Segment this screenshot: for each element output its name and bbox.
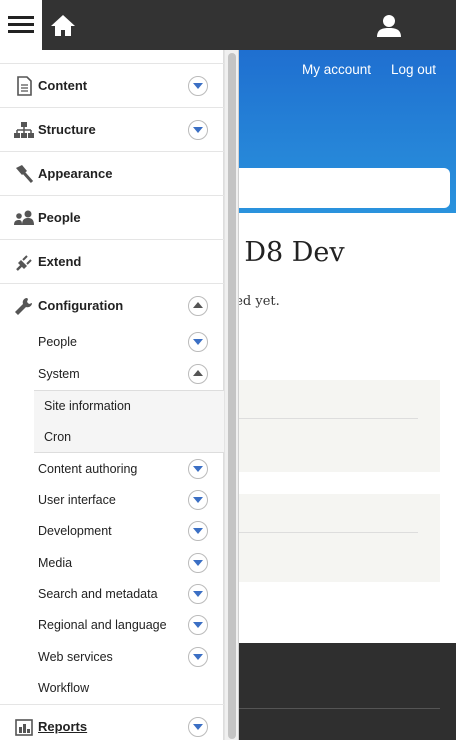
submenu-item-development[interactable]: Development [0, 516, 224, 547]
submenu-item-label: Cron [44, 430, 72, 444]
submenu-item-label: Site information [44, 399, 131, 413]
expand-toggle-button[interactable] [188, 332, 208, 352]
content-block [236, 380, 440, 472]
user-icon [377, 15, 401, 37]
expand-toggle-button[interactable] [188, 647, 208, 667]
submenu-item-system[interactable]: System [0, 359, 224, 390]
content-block [236, 494, 440, 582]
user-account-button[interactable] [374, 12, 404, 40]
site-footer [224, 643, 456, 740]
submenu-item-user-interface[interactable]: User interface [0, 485, 224, 516]
menu-item-structure[interactable]: Structure [0, 107, 224, 151]
submenu-item-label: User interface [38, 493, 116, 507]
submenu-item-content-authoring[interactable]: Content authoring [0, 454, 224, 485]
submenu-item-search-and-metadata[interactable]: Search and metadata [0, 579, 224, 610]
expand-toggle-button[interactable] [188, 717, 208, 737]
menu-item-label: Structure [38, 122, 96, 137]
submenu-item-label: Workflow [38, 681, 90, 695]
menu-item-appearance[interactable]: Appearance [0, 151, 224, 195]
submenu-item-label: Content authoring [38, 462, 138, 476]
submenu-item-label: System [38, 367, 80, 381]
menu-item-people[interactable]: People [0, 195, 224, 239]
submenu-item-label: Regional and language [38, 618, 167, 632]
people-icon [14, 210, 34, 225]
submenu-item-cron[interactable]: Cron [34, 422, 224, 453]
expand-toggle-button[interactable] [188, 615, 208, 635]
expand-toggle-button[interactable] [188, 76, 208, 96]
menu-item-label: Reports [38, 719, 88, 734]
menu-item-configuration[interactable]: Configuration [0, 283, 224, 328]
wrench-icon [15, 298, 32, 315]
plug-icon [16, 255, 32, 271]
collapse-toggle-button[interactable] [188, 364, 208, 384]
tray-scrollbar[interactable] [224, 50, 239, 740]
expand-toggle-button[interactable] [188, 521, 208, 541]
search-bar[interactable] [224, 168, 450, 208]
menu-item-label: People [38, 210, 81, 225]
admin-toolbar [0, 0, 456, 50]
menu-item-label: Content [38, 78, 88, 93]
menu-item-content[interactable]: Content [0, 63, 224, 107]
home-button[interactable] [48, 12, 78, 40]
expand-toggle-button[interactable] [188, 120, 208, 140]
menu-item-label: Configuration [38, 298, 124, 313]
home-icon [51, 15, 75, 36]
expand-toggle-button[interactable] [188, 490, 208, 510]
menu-item-label: Appearance [38, 166, 113, 181]
admin-menu-tray: Content Structure Appearance People Exte… [0, 50, 224, 740]
log-out-link[interactable]: Log out [391, 62, 436, 77]
submenu-item-regional-and-language[interactable]: Regional and language [0, 610, 224, 641]
collapse-toggle-button[interactable] [188, 296, 208, 316]
submenu-item-label: Web services [38, 650, 113, 664]
chart-icon [15, 719, 33, 736]
submenu-item-media[interactable]: Media [0, 548, 224, 579]
menu-item-extend[interactable]: Extend [0, 239, 224, 283]
my-account-link[interactable]: My account [302, 62, 371, 77]
menu-toggle-button[interactable] [0, 0, 42, 50]
menu-item-label: Extend [38, 254, 82, 269]
paint-brush-icon [16, 165, 34, 183]
expand-toggle-button[interactable] [188, 584, 208, 604]
submenu-item-label: Search and metadata [38, 587, 158, 601]
sitemap-icon [14, 122, 34, 138]
submenu-item-label: People [38, 335, 77, 349]
scrollbar-thumb[interactable] [228, 53, 236, 739]
document-icon [17, 76, 32, 96]
expand-toggle-button[interactable] [188, 553, 208, 573]
submenu-item-web-services[interactable]: Web services [0, 642, 224, 673]
menu-item-reports[interactable]: Reports [0, 704, 224, 740]
submenu-item-label: Media [38, 556, 73, 570]
submenu-item-people[interactable]: People [0, 327, 224, 358]
submenu-item-site-information[interactable]: Site information [34, 391, 224, 422]
expand-toggle-button[interactable] [188, 459, 208, 479]
submenu-item-label: Development [38, 524, 112, 538]
submenu-item-workflow[interactable]: Workflow [0, 673, 224, 704]
